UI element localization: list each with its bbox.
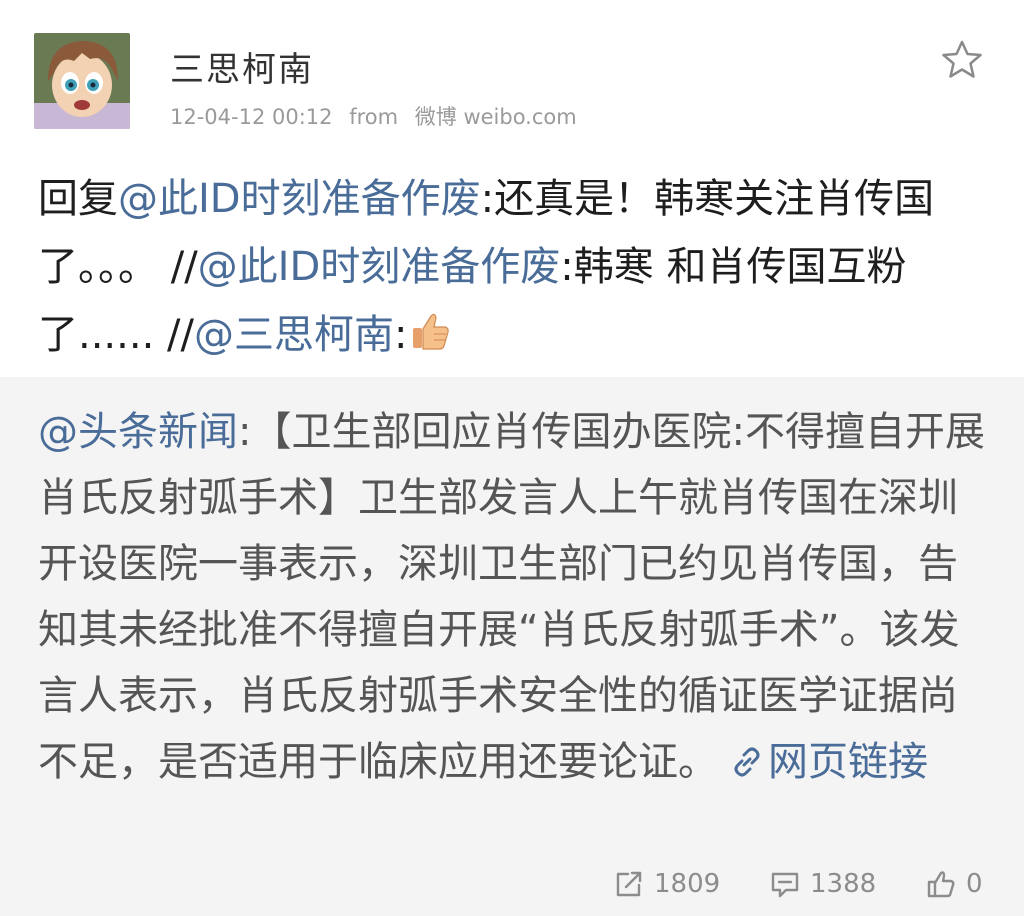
repost-icon — [616, 871, 642, 897]
post-text-segment: :韩寒 — [560, 244, 654, 290]
reposted-text: @头条新闻:【卫生部回应肖传国办医院:不得擅自开展肖氏反射弧手术】卫生部发言人上… — [38, 399, 988, 795]
from-label: from — [349, 105, 399, 129]
post-text-segment: 回复 — [38, 176, 118, 222]
like-button[interactable]: 0 — [926, 864, 983, 904]
comment-icon — [771, 872, 799, 898]
link-icon[interactable] — [730, 733, 764, 777]
post-text: 回复@此ID时刻准备作废:还真是！韩寒关注肖传国了。。。 //@此ID时刻准备作… — [38, 165, 988, 369]
post-header: 三思柯南 12-04-12 00:12 from 微博 weibo.com — [0, 0, 1024, 160]
post-text-segment: :还真是！韩寒关注 — [480, 176, 815, 222]
post-meta: 12-04-12 00:12 from 微博 weibo.com — [170, 101, 587, 131]
reposted-body: :【卫生部回应肖传国办医院:不得擅自开展肖氏反射弧手术】卫生部发言人上午就肖传国… — [38, 409, 985, 785]
repost-button[interactable]: 1809 — [614, 864, 720, 904]
source-label: 微博 weibo.com — [414, 105, 577, 129]
timestamp: 12-04-12 00:12 — [170, 105, 333, 129]
web-link[interactable]: 网页链接 — [768, 739, 928, 785]
thumbs-up-icon — [927, 871, 955, 898]
thumbs-up-emoji-icon — [407, 307, 453, 353]
avatar[interactable] — [34, 33, 130, 129]
mention-link[interactable]: @此ID时刻准备作废 — [118, 176, 481, 222]
mention-link[interactable]: @此ID时刻准备作废 — [198, 244, 561, 290]
like-count: 0 — [966, 869, 983, 899]
reposted-content: @头条新闻:【卫生部回应肖传国办医院:不得擅自开展肖氏反射弧手术】卫生部发言人上… — [0, 377, 1024, 916]
repost-count: 1809 — [654, 869, 721, 899]
comment-button[interactable]: 1388 — [770, 864, 876, 904]
comment-count: 1388 — [810, 869, 877, 899]
favorite-star-icon[interactable] — [940, 38, 984, 82]
action-bar: 1809 1388 0 — [0, 864, 1024, 904]
avatar-image — [34, 33, 130, 129]
post-text-segment: : — [393, 312, 408, 358]
mention-link[interactable]: @三思柯南 — [194, 312, 394, 358]
username[interactable]: 三思柯南 — [170, 42, 314, 91]
mention-link[interactable]: @头条新闻 — [38, 409, 238, 455]
